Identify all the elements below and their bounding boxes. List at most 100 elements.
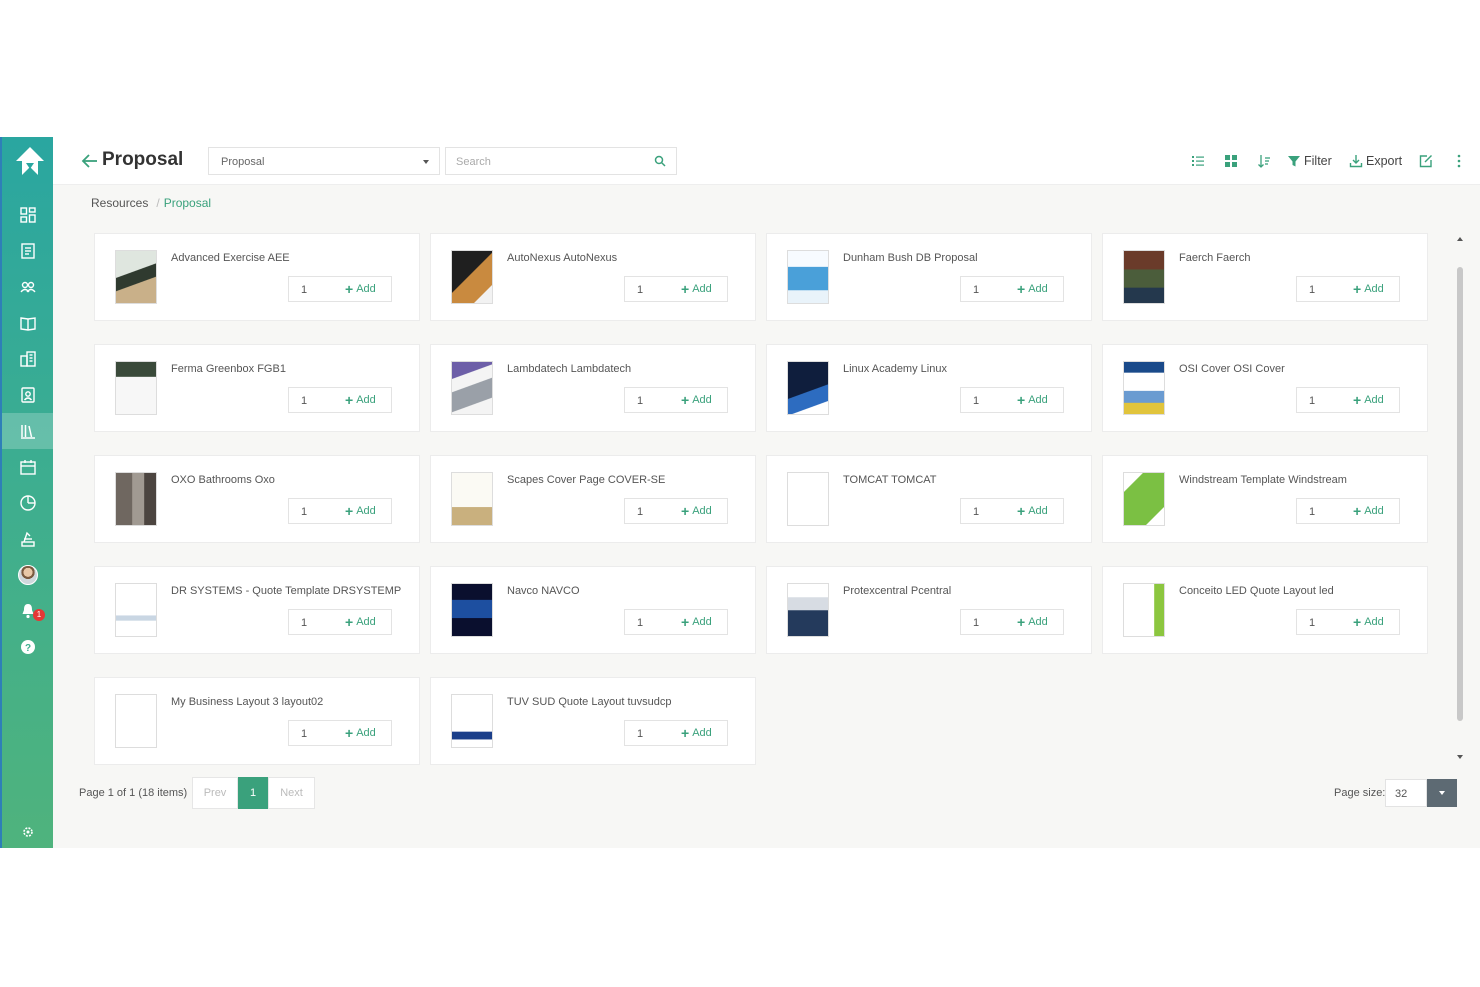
page-size-dropdown-button[interactable]: [1427, 779, 1457, 807]
quantity-input[interactable]: 1: [301, 506, 307, 518]
resource-card[interactable]: Navco NAVCO 1 + Add: [430, 566, 756, 654]
quantity-input[interactable]: 1: [637, 617, 643, 629]
quantity-input[interactable]: 1: [1309, 284, 1315, 296]
add-button[interactable]: + Add: [681, 615, 712, 629]
resource-thumbnail[interactable]: [451, 250, 493, 304]
add-button[interactable]: + Add: [1017, 615, 1048, 629]
sidebar-item-contacts[interactable]: [2, 269, 53, 305]
quantity-input[interactable]: 1: [637, 728, 643, 740]
add-button[interactable]: + Add: [1353, 615, 1384, 629]
sidebar-item-reports[interactable]: [2, 341, 53, 377]
quantity-input[interactable]: 1: [301, 395, 307, 407]
sidebar-item-documents[interactable]: [2, 233, 53, 269]
resource-thumbnail[interactable]: [1123, 250, 1165, 304]
resource-thumbnail[interactable]: [115, 250, 157, 304]
resource-card[interactable]: DR SYSTEMS - Quote Template DRSYSTEMP 1 + A…: [94, 566, 420, 654]
add-button[interactable]: + Add: [1017, 282, 1048, 296]
resource-card[interactable]: Faerch Faerch 1 + Add: [1102, 233, 1428, 321]
quantity-input[interactable]: 1: [301, 728, 307, 740]
resource-card[interactable]: TOMCAT TOMCAT 1 + Add: [766, 455, 1092, 543]
add-button[interactable]: + Add: [1017, 504, 1048, 518]
resource-card[interactable]: OXO Bathrooms Oxo 1 + Add: [94, 455, 420, 543]
resource-card[interactable]: AutoNexus AutoNexus 1 + Add: [430, 233, 756, 321]
page-size-input[interactable]: 32: [1385, 779, 1427, 807]
resource-card[interactable]: Dunham Bush DB Proposal 1 + Add: [766, 233, 1092, 321]
quantity-input[interactable]: 1: [1309, 506, 1315, 518]
app-logo-icon[interactable]: [14, 145, 46, 177]
resource-thumbnail[interactable]: [787, 583, 829, 637]
resource-card[interactable]: Conceito LED Quote Layout led 1 + Add: [1102, 566, 1428, 654]
sort-button[interactable]: [1257, 153, 1274, 169]
add-button[interactable]: + Add: [1353, 504, 1384, 518]
resource-thumbnail[interactable]: [787, 250, 829, 304]
resource-card[interactable]: Linux Academy Linux 1 + Add: [766, 344, 1092, 432]
add-button[interactable]: + Add: [345, 393, 376, 407]
edit-button[interactable]: [1419, 153, 1436, 169]
page-1-button[interactable]: 1: [238, 777, 268, 809]
sidebar-item-help[interactable]: ?: [2, 629, 53, 665]
quantity-input[interactable]: 1: [301, 284, 307, 296]
quantity-input[interactable]: 1: [973, 617, 979, 629]
resource-card[interactable]: Advanced Exercise AEE 1 + Add: [94, 233, 420, 321]
next-page-button[interactable]: Next: [268, 777, 315, 809]
add-button[interactable]: + Add: [345, 726, 376, 740]
add-button[interactable]: + Add: [345, 615, 376, 629]
resource-thumbnail[interactable]: [115, 361, 157, 415]
resource-thumbnail[interactable]: [451, 583, 493, 637]
breadcrumb-resources[interactable]: Resources: [91, 196, 148, 210]
resource-thumbnail[interactable]: [451, 361, 493, 415]
quantity-input[interactable]: 1: [637, 284, 643, 296]
grid-view-button[interactable]: [1224, 153, 1241, 169]
export-button[interactable]: Export: [1349, 153, 1402, 169]
resource-card[interactable]: Scapes Cover Page COVER-SE 1 + Add: [430, 455, 756, 543]
search-field[interactable]: [445, 147, 677, 175]
add-button[interactable]: + Add: [681, 393, 712, 407]
quantity-input[interactable]: 1: [973, 395, 979, 407]
sidebar-item-user[interactable]: [2, 557, 53, 593]
resource-card[interactable]: Windstream Template Windstream 1 + Add: [1102, 455, 1428, 543]
resource-card[interactable]: Protexcentral Pcentral 1 + Add: [766, 566, 1092, 654]
sidebar-item-dashboard[interactable]: [2, 197, 53, 233]
sidebar-item-tasks[interactable]: [2, 521, 53, 557]
quantity-input[interactable]: 1: [301, 617, 307, 629]
sidebar-item-notifications[interactable]: 1: [2, 593, 53, 629]
add-button[interactable]: + Add: [681, 504, 712, 518]
sidebar-item-analytics[interactable]: [2, 485, 53, 521]
resource-thumbnail[interactable]: [1123, 472, 1165, 526]
resource-thumbnail[interactable]: [1123, 361, 1165, 415]
quantity-input[interactable]: 1: [973, 506, 979, 518]
scrollbar-thumb[interactable]: [1457, 267, 1463, 721]
filter-button[interactable]: Filter: [1287, 153, 1332, 169]
quantity-input[interactable]: 1: [973, 284, 979, 296]
resource-thumbnail[interactable]: [451, 694, 493, 748]
back-arrow-icon[interactable]: [80, 151, 100, 171]
resource-card[interactable]: OSI Cover OSI Cover 1 + Add: [1102, 344, 1428, 432]
add-button[interactable]: + Add: [1353, 282, 1384, 296]
sidebar-item-calendar[interactable]: [2, 449, 53, 485]
resource-card[interactable]: Ferma Greenbox FGB1 1 + Add: [94, 344, 420, 432]
add-button[interactable]: + Add: [345, 282, 376, 296]
sidebar-item-profile[interactable]: [2, 377, 53, 413]
resource-thumbnail[interactable]: [787, 472, 829, 526]
list-view-button[interactable]: [1191, 153, 1208, 169]
scroll-up-icon[interactable]: [1457, 237, 1463, 241]
resource-thumbnail[interactable]: [115, 694, 157, 748]
resource-type-select[interactable]: Proposal: [208, 147, 440, 175]
resource-card[interactable]: My Business Layout 3 layout02 1 + Add: [94, 677, 420, 765]
prev-page-button[interactable]: Prev: [192, 777, 238, 809]
add-button[interactable]: + Add: [681, 726, 712, 740]
quantity-input[interactable]: 1: [1309, 617, 1315, 629]
resource-thumbnail[interactable]: [115, 472, 157, 526]
more-options-button[interactable]: [1452, 153, 1469, 169]
scrollbar[interactable]: [1455, 233, 1465, 763]
sidebar-item-settings[interactable]: [2, 820, 53, 844]
resource-card[interactable]: TUV SUD Quote Layout tuvsudcp 1 + Add: [430, 677, 756, 765]
search-icon[interactable]: [654, 155, 666, 167]
add-button[interactable]: + Add: [1017, 393, 1048, 407]
resource-card[interactable]: Lambdatech Lambdatech 1 + Add: [430, 344, 756, 432]
quantity-input[interactable]: 1: [637, 506, 643, 518]
resource-thumbnail[interactable]: [451, 472, 493, 526]
add-button[interactable]: + Add: [1353, 393, 1384, 407]
resource-thumbnail[interactable]: [1123, 583, 1165, 637]
search-input[interactable]: [456, 153, 646, 171]
